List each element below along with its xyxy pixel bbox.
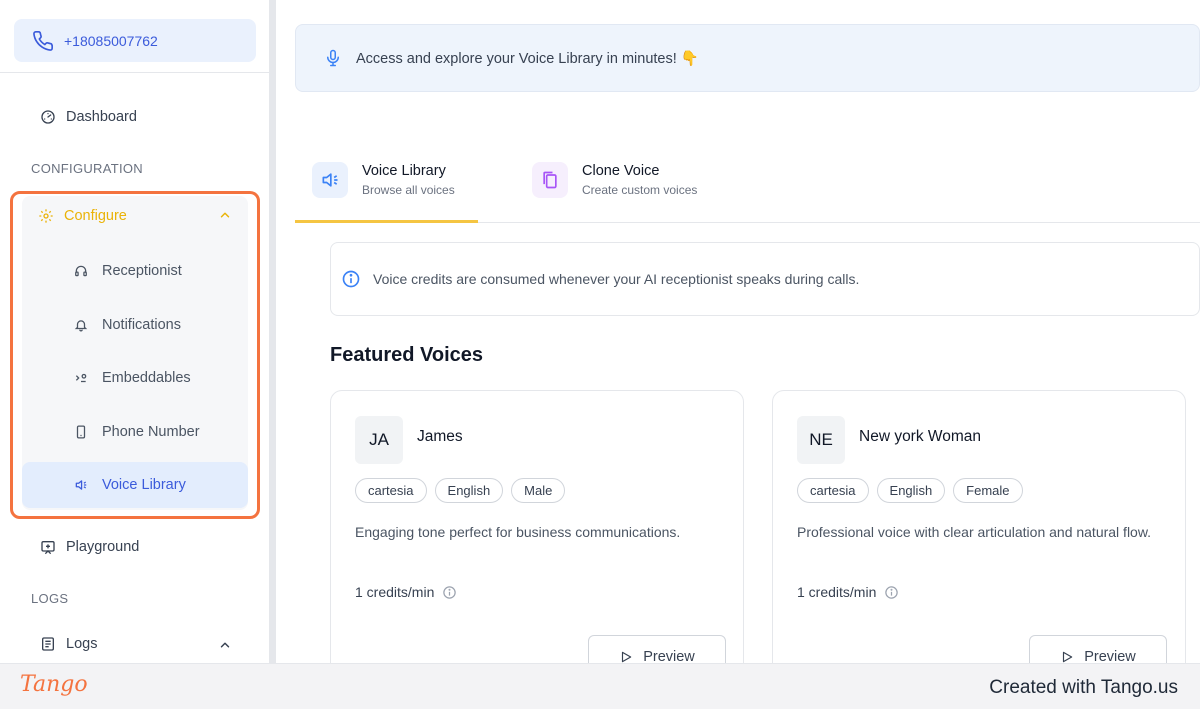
info-icon[interactable] [884, 585, 899, 600]
tab-subtitle: Browse all voices [362, 183, 455, 197]
banner-text: Access and explore your Voice Library in… [356, 50, 699, 67]
play-icon [622, 651, 632, 663]
tab-clone-voice[interactable]: Clone Voice Create custom voices [532, 162, 697, 198]
gender-tag: Female [953, 478, 1023, 503]
nav-logs-label: Logs [66, 636, 98, 652]
tab-icon-box [312, 162, 348, 198]
featured-voices-heading: Featured Voices [330, 344, 484, 366]
nav-dashboard[interactable]: Dashboard [40, 109, 137, 125]
voice-card-new-york-woman[interactable]: NE New york Woman cartesia English Femal… [772, 390, 1186, 680]
voice-tags: cartesia English Female [797, 478, 1023, 503]
playground-icon [41, 541, 55, 555]
provider-tag: cartesia [797, 478, 869, 503]
phone-number-text: +18085007762 [64, 32, 158, 49]
tab-subtitle: Create custom voices [582, 183, 698, 197]
copy-icon [543, 171, 557, 189]
tab-icon-box [532, 162, 568, 198]
nav-playground[interactable]: Playground [40, 539, 139, 555]
language-tag: English [434, 478, 504, 503]
tango-footer: Tango Created with Tango.us [0, 663, 1200, 709]
microphone-icon [327, 49, 339, 67]
voice-name: James [417, 428, 463, 445]
nav-playground-label: Playground [66, 539, 140, 555]
tango-logo: Tango [20, 672, 88, 697]
nav-logs[interactable]: Logs [40, 636, 97, 652]
voice-tags: cartesia English Male [355, 478, 566, 503]
nav-dashboard-label: Dashboard [66, 109, 137, 125]
active-tab-indicator [295, 220, 478, 223]
credits-text: 1 credits/min [797, 584, 877, 600]
phone-icon [33, 30, 53, 51]
provider-tag: cartesia [355, 478, 427, 503]
credits-text: 1 credits/min [355, 584, 435, 600]
info-text: Voice credits are consumed whenever your… [373, 271, 860, 287]
play-icon [1063, 651, 1073, 663]
tutorial-highlight [10, 191, 260, 519]
chevron-up-icon[interactable] [218, 638, 232, 652]
credits-info-notice: Voice credits are consumed whenever your… [330, 242, 1200, 316]
voice-description: Engaging tone perfect for business commu… [355, 524, 681, 540]
list-icon [42, 637, 54, 651]
voice-name: New york Woman [859, 428, 982, 445]
voice-avatar: JA [355, 416, 403, 464]
speaker-icon [322, 173, 338, 187]
gender-tag: Male [511, 478, 566, 503]
section-label-logs: LOGS [31, 591, 69, 606]
created-with-text: Created with Tango.us [989, 677, 1178, 698]
gauge-icon [41, 110, 55, 124]
tab-title: Voice Library [362, 163, 446, 179]
voice-card-james[interactable]: JA James cartesia English Male Engaging … [330, 390, 744, 680]
phone-number-display[interactable]: +18085007762 [14, 19, 256, 62]
voice-description: Professional voice with clear articulati… [797, 524, 1152, 540]
tab-voice-library[interactable]: Voice Library Browse all voices [312, 162, 455, 198]
tab-title: Clone Voice [582, 163, 660, 179]
info-icon[interactable] [442, 585, 457, 600]
voice-credits: 1 credits/min [355, 584, 457, 600]
language-tag: English [876, 478, 946, 503]
sidebar-divider [0, 72, 270, 73]
voice-avatar: NE [797, 416, 845, 464]
info-icon [342, 270, 360, 288]
voice-library-banner: Access and explore your Voice Library in… [295, 24, 1200, 92]
voice-credits: 1 credits/min [797, 584, 899, 600]
section-label-configuration: CONFIGURATION [31, 161, 143, 176]
